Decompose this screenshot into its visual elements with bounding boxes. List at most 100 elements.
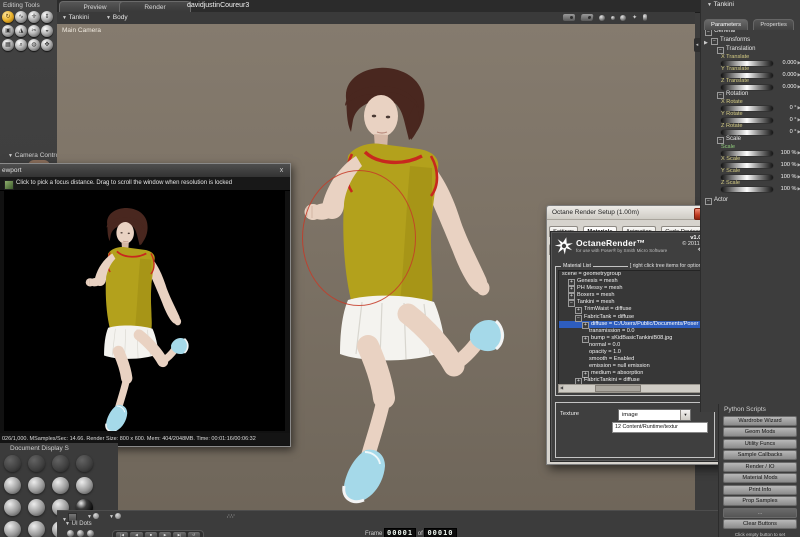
- camera-controls-header[interactable]: ▼ Camera Controls: [8, 152, 64, 159]
- grouping-tool-button[interactable]: ▦: [2, 39, 14, 51]
- render-preview-canvas[interactable]: [4, 191, 285, 431]
- tree-expand-icon[interactable]: +: [582, 321, 589, 329]
- view-magnifier-tool-button[interactable]: ⌕: [15, 39, 27, 51]
- wardrobe-wizard-button[interactable]: Wardrobe Wizard: [723, 415, 797, 426]
- scale-dial[interactable]: [721, 150, 773, 156]
- morphing-tool-button[interactable]: ◍: [28, 39, 40, 51]
- color-tool-button[interactable]: ◒: [41, 25, 53, 37]
- chevron-down-icon[interactable]: ▼: [680, 410, 690, 420]
- figure-selector-dropdown[interactable]: ▼ Tankini: [62, 14, 89, 21]
- material-tree-item[interactable]: opacity = 1.0: [559, 349, 705, 356]
- sample-callbacks-button[interactable]: Sample Callbacks: [723, 450, 797, 460]
- dialog-titlebar[interactable]: Octane Render Setup (1.00m) x: [547, 206, 723, 220]
- y-scale-dial[interactable]: [721, 174, 773, 180]
- y-translate-dial[interactable]: [721, 72, 773, 78]
- translate-inout-tool-button[interactable]: ⇕: [41, 11, 53, 23]
- print-info-button[interactable]: Print Info: [723, 484, 797, 495]
- material-tree-item[interactable]: + medium = absorption: [559, 370, 705, 379]
- material-tree-item[interactable]: transmission = 0.0: [559, 328, 705, 335]
- tree-collapse-icon[interactable]: −: [575, 314, 582, 322]
- y-rotate-dial[interactable]: [721, 117, 773, 123]
- tab-parameters[interactable]: Parameters: [704, 19, 748, 30]
- parameters-panel-header[interactable]: ▼ Tankini: [701, 0, 800, 13]
- texture-file-field[interactable]: 12 Content/Runtime/textur: [612, 422, 708, 433]
- x-rotate-dial[interactable]: [721, 105, 773, 111]
- tree-collapse-icon[interactable]: −: [705, 198, 712, 205]
- material-tree-item[interactable]: scene = geometrygroup: [559, 271, 705, 278]
- twist-tool-button[interactable]: ∿: [15, 11, 27, 23]
- prev-frame-button[interactable]: ◀: [130, 532, 143, 537]
- depth-cue-dropdown[interactable]: ▼: [87, 513, 99, 520]
- tab-properties[interactable]: Properties: [753, 19, 794, 30]
- x-translate-dial[interactable]: [721, 60, 773, 66]
- focus-pick-icon[interactable]: [4, 180, 14, 190]
- tree-collapse-icon[interactable]: −: [717, 47, 724, 54]
- horizontal-scrollbar[interactable]: ◀ ▶: [558, 384, 706, 393]
- display-style-extra[interactable]: [28, 521, 45, 537]
- tree-expand-icon[interactable]: +: [582, 335, 589, 343]
- footprints-icon[interactable]: ∴∵: [227, 513, 235, 520]
- display-style-hidden-line[interactable]: [76, 455, 93, 472]
- geom-mods-button[interactable]: Geom Mods: [723, 427, 797, 437]
- ui-dots-header[interactable]: ▼ UI Dots: [65, 521, 92, 527]
- display-style-lit-wireframe[interactable]: [4, 477, 21, 494]
- chain-break-tool-button[interactable]: ✂: [28, 25, 40, 37]
- material-tree-item[interactable]: + TrimWaist = diffuse: [559, 306, 705, 315]
- control-sphere-icon[interactable]: [598, 14, 605, 21]
- section-transforms[interactable]: − Transforms: [711, 36, 800, 45]
- light-control-icon[interactable]: ✦: [632, 14, 637, 21]
- prop-samples-button[interactable]: Prop Samples: [723, 496, 797, 506]
- empty-script-button[interactable]: ...: [723, 507, 797, 518]
- texture-type-dropdown[interactable]: image ▼: [618, 409, 691, 421]
- display-style-cartoon-lined[interactable]: [4, 499, 21, 516]
- current-frame-field[interactable]: 00001: [384, 528, 417, 537]
- control-sphere-icon-2[interactable]: [620, 14, 627, 21]
- material-tree-item[interactable]: + Boxers = mesh: [559, 292, 705, 301]
- section-translation[interactable]: − Translation: [717, 45, 800, 54]
- display-style-wireframe[interactable]: [52, 455, 69, 472]
- material-tree-item[interactable]: emission = null emission: [559, 363, 705, 370]
- loop-button[interactable]: ↺: [187, 532, 200, 537]
- close-icon[interactable]: x: [277, 166, 286, 175]
- tree-collapse-icon[interactable]: −: [717, 92, 724, 99]
- display-style-flat-shaded[interactable]: [28, 477, 45, 494]
- scale-tool-button[interactable]: ▣: [2, 25, 14, 37]
- movie-camera-icon[interactable]: [563, 14, 576, 21]
- control-dot-icon[interactable]: [610, 15, 615, 20]
- shadow-dropdown[interactable]: ▼: [109, 513, 121, 520]
- octane-render-setup-dialog[interactable]: Octane Render Setup (1.00m) x Settings M…: [546, 205, 724, 465]
- section-rotation[interactable]: − Rotation: [717, 90, 800, 99]
- tree-collapse-icon[interactable]: −: [717, 137, 724, 144]
- display-style-extra[interactable]: [4, 521, 21, 537]
- display-style-smooth-shaded[interactable]: [28, 499, 45, 516]
- z-scale-dial[interactable]: [721, 186, 773, 192]
- photo-camera-icon[interactable]: [580, 14, 594, 21]
- play-button[interactable]: ▶: [158, 532, 172, 537]
- ui-dot-button[interactable]: [87, 530, 94, 537]
- total-frames-field[interactable]: 00010: [424, 528, 457, 537]
- direct-manipulation-tool-button[interactable]: ✥: [41, 39, 53, 51]
- material-tree[interactable]: scene = geometrygroup + Genesis = mesh + P…: [558, 270, 706, 386]
- x-scale-dial[interactable]: [721, 162, 773, 168]
- translate-tool-button[interactable]: ✛: [28, 11, 40, 23]
- material-mods-button[interactable]: Material Mods: [723, 473, 797, 483]
- light-bulb-icon[interactable]: [643, 14, 647, 21]
- next-frame-button[interactable]: ▶|: [173, 532, 186, 537]
- tree-collapse-icon[interactable]: −: [711, 38, 718, 45]
- material-tree-item[interactable]: − Tankini = mesh: [559, 299, 705, 308]
- rotate-tool-button[interactable]: ↻: [2, 11, 14, 23]
- material-tree-item[interactable]: + bump = sKidBasicTankiniB08.jpg: [559, 335, 705, 343]
- display-style-cartoon[interactable]: [76, 477, 93, 494]
- display-style-flat-lined[interactable]: [52, 477, 69, 494]
- material-tree-item[interactable]: smooth = Enabled: [559, 356, 705, 363]
- material-tree-item[interactable]: + PH Messy = mesh: [559, 285, 705, 294]
- material-tree-item-selected[interactable]: + diffuse = C:/Users/Public/Documents/Pos…: [559, 320, 705, 329]
- material-tree-item[interactable]: + Genesis = mesh: [559, 278, 705, 287]
- material-tree-item[interactable]: normal = 0.0: [559, 342, 705, 349]
- tree-collapse-icon[interactable]: −: [568, 300, 575, 308]
- first-frame-button[interactable]: |◀: [116, 532, 129, 537]
- ui-dot-button[interactable]: [77, 530, 84, 537]
- display-style-outline[interactable]: [28, 455, 45, 472]
- stop-button[interactable]: ■: [144, 532, 157, 537]
- body-part-selector-dropdown[interactable]: ▼ Body: [106, 14, 128, 21]
